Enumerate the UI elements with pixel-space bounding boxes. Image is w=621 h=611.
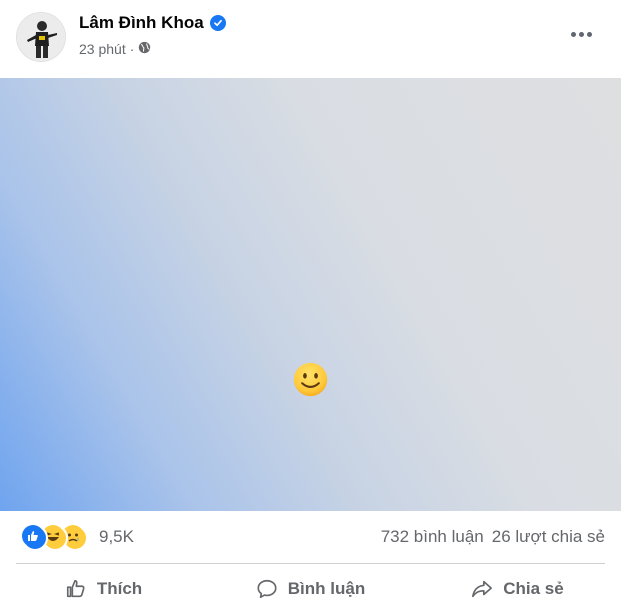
comment-count[interactable]: 732 bình luận <box>381 527 484 547</box>
author-name[interactable]: Lâm Đình Khoa <box>79 13 204 33</box>
post-image[interactable] <box>0 78 621 511</box>
reaction-stats: 9,5K 732 bình luận 26 lượt chia sẻ <box>0 511 621 563</box>
like-label: Thích <box>96 578 143 598</box>
comment-button[interactable]: Bình luận <box>207 566 414 611</box>
post-header: Lâm Đình Khoa 23 phút · <box>0 0 621 78</box>
more-options-icon[interactable] <box>563 22 599 46</box>
post-meta: 23 phút · <box>79 41 151 57</box>
post-actions: Thích Bình luận Chia sẻ <box>0 566 621 611</box>
reaction-icons[interactable] <box>22 525 88 551</box>
like-reaction-icon <box>22 525 48 551</box>
like-button[interactable]: Thích <box>0 566 207 611</box>
facebook-post: Lâm Đình Khoa 23 phút · 9,5K 732 bình lu… <box>0 0 621 611</box>
verified-badge-icon <box>209 15 226 31</box>
share-button[interactable]: Chia sẻ <box>414 566 621 611</box>
share-label: Chia sẻ <box>503 578 564 598</box>
engagement-counts: 732 bình luận 26 lượt chia sẻ <box>381 527 605 547</box>
thumbs-up-icon <box>66 579 85 597</box>
smiling-face-emoji <box>293 362 328 397</box>
post-time[interactable]: 23 phút <box>79 41 126 57</box>
comment-icon <box>257 579 277 598</box>
meta-separator: · <box>129 41 135 57</box>
author-name-row: Lâm Đình Khoa <box>79 13 226 33</box>
share-icon <box>472 580 493 597</box>
share-count[interactable]: 26 lượt chia sẻ <box>492 527 605 547</box>
author-avatar[interactable] <box>16 12 66 62</box>
comment-label: Bình luận <box>287 578 366 598</box>
avatar-person-icon <box>17 13 65 61</box>
globe-icon[interactable] <box>138 41 151 57</box>
divider <box>16 563 605 564</box>
reaction-count[interactable]: 9,5K <box>99 527 134 547</box>
